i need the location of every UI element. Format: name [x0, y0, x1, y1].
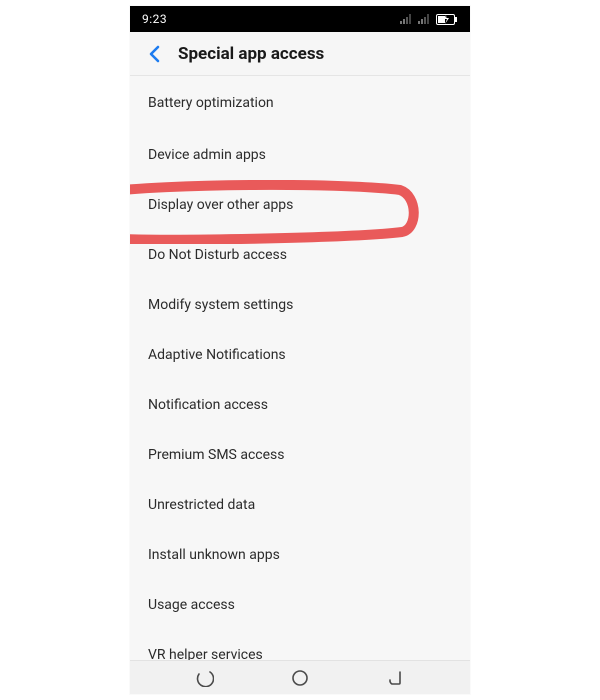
item-label: Notification access: [148, 397, 268, 413]
chevron-left-icon: [147, 45, 161, 63]
status-time: 9:23: [142, 12, 167, 26]
app-header: Special app access: [130, 32, 470, 76]
item-battery-optimization[interactable]: Battery optimization: [130, 76, 470, 130]
item-display-over-apps[interactable]: Display over other apps: [130, 180, 470, 230]
phone-frame: 9:23 Special app access Battery optimiza…: [130, 6, 470, 694]
item-label: Device admin apps: [148, 147, 266, 163]
recent-icon: [196, 669, 214, 687]
item-label: Usage access: [148, 597, 235, 613]
item-label: Install unknown apps: [148, 547, 280, 563]
settings-list: Battery optimization Device admin apps D…: [130, 76, 470, 694]
android-nav-bar: [130, 660, 470, 694]
page-title: Special app access: [178, 44, 324, 64]
nav-back-button[interactable]: [375, 667, 415, 689]
item-label: Do Not Disturb access: [148, 247, 287, 263]
item-device-admin-apps[interactable]: Device admin apps: [130, 130, 470, 180]
item-notification-access[interactable]: Notification access: [130, 380, 470, 430]
battery-charging-icon: [436, 14, 458, 25]
item-label: Premium SMS access: [148, 447, 285, 463]
item-install-unknown[interactable]: Install unknown apps: [130, 530, 470, 580]
item-label: Modify system settings: [148, 297, 293, 313]
signal-icon: [400, 14, 412, 24]
item-modify-system[interactable]: Modify system settings: [130, 280, 470, 330]
item-premium-sms[interactable]: Premium SMS access: [130, 430, 470, 480]
back-button[interactable]: [140, 40, 168, 68]
item-label: Display over other apps: [148, 197, 293, 213]
item-label: Unrestricted data: [148, 497, 255, 513]
signal-icon: [418, 14, 430, 24]
nav-recent-button[interactable]: [185, 667, 225, 689]
item-unrestricted-data[interactable]: Unrestricted data: [130, 480, 470, 530]
item-adaptive-notifications[interactable]: Adaptive Notifications: [130, 330, 470, 380]
nav-home-button[interactable]: [280, 667, 320, 689]
home-icon: [291, 669, 309, 687]
item-usage-access[interactable]: Usage access: [130, 580, 470, 630]
item-label: Battery optimization: [148, 95, 274, 111]
status-bar: 9:23: [130, 6, 470, 32]
status-indicators: [400, 14, 458, 25]
item-dnd-access[interactable]: Do Not Disturb access: [130, 230, 470, 280]
back-icon: [386, 669, 404, 687]
item-label: Adaptive Notifications: [148, 347, 286, 363]
